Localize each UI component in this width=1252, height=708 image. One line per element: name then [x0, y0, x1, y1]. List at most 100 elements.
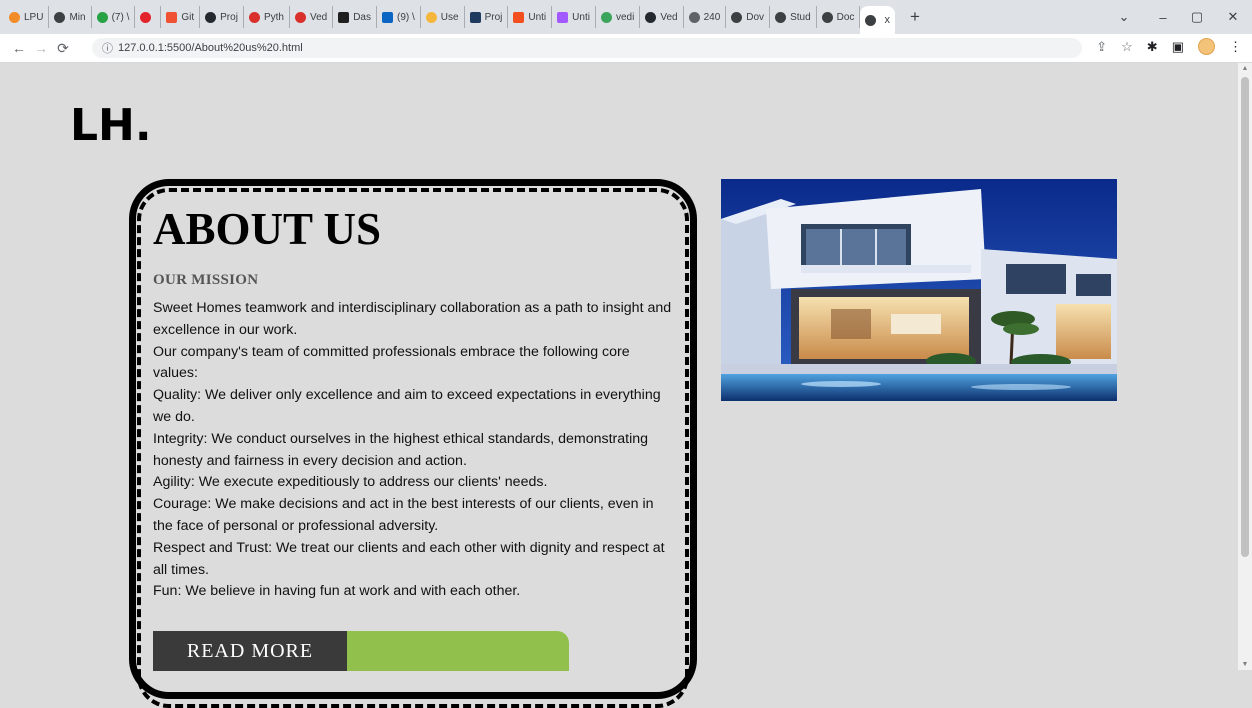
browser-tab[interactable]: Unti	[508, 6, 553, 28]
new-tab-button[interactable]: +	[905, 7, 925, 27]
browser-tab[interactable]: vedi	[596, 6, 641, 28]
toolbar: ← → ⟳ ⓘ 127.0.0.1:5500/About%20us%20.htm…	[0, 34, 1252, 63]
house-image	[721, 179, 1117, 401]
reload-icon[interactable]: ⟳	[52, 40, 74, 57]
mission-paragraph: Quality: We deliver only excellence and …	[153, 387, 661, 425]
tab-label: Proj	[220, 11, 238, 23]
tab-favicon-icon	[513, 11, 525, 23]
globe-icon	[865, 14, 877, 26]
tab-label: Pyth	[263, 11, 284, 23]
tab-label: vedi	[615, 11, 635, 23]
url-text: 127.0.0.1:5500/About%20us%20.html	[118, 42, 303, 54]
tab-favicon-icon	[9, 11, 20, 23]
browser-tab[interactable]: Das	[333, 6, 377, 28]
mission-paragraph: Sweet Homes teamwork and interdisciplina…	[153, 300, 672, 338]
tab-favicon-icon	[775, 11, 787, 23]
mission-text: Sweet Homes teamwork and interdisciplina…	[153, 298, 673, 603]
tab-active[interactable]: x	[860, 6, 895, 34]
tab-label: LPU	[24, 11, 44, 23]
mission-paragraph: Integrity: We conduct ourselves in the h…	[153, 430, 648, 469]
tab-favicon-icon	[205, 11, 217, 23]
tab-favicon-icon	[140, 11, 152, 23]
read-more-button[interactable]: READ MORE	[153, 631, 347, 671]
tab-favicon-icon	[54, 11, 66, 23]
tab-favicon-icon	[600, 11, 612, 23]
tab-favicon-icon	[96, 11, 108, 23]
tab-label: Git	[181, 11, 195, 23]
browser-tab[interactable]: Doc	[817, 6, 861, 28]
tab-favicon-icon	[688, 11, 700, 23]
tab-list: LPU Min (7) \ Git Proj Pyth Ved Das (9) \ Use Proj…	[0, 0, 861, 34]
scroll-up-icon[interactable]: ▲	[1238, 65, 1252, 72]
close-window-button[interactable]: ✕	[1216, 0, 1250, 34]
mission-paragraph: Agility: We execute expeditiously to add…	[153, 474, 548, 491]
tab-favicon-icon	[166, 11, 178, 23]
mission-heading: OUR MISSION	[153, 272, 259, 288]
browser-tab[interactable]: Proj	[465, 6, 509, 28]
minimize-button[interactable]: –	[1146, 0, 1180, 34]
mission-paragraph: Our company's team of committed professi…	[153, 343, 630, 382]
tab-label: Use	[440, 11, 459, 23]
tab-label: 240	[703, 11, 721, 23]
browser-tab[interactable]: Stud	[770, 6, 817, 28]
browser-tab-strip: LPU Min (7) \ Git Proj Pyth Ved Das (9) \ Use Proj…	[0, 0, 1252, 34]
browser-tab[interactable]: Ved	[290, 6, 334, 28]
page-scrollbar[interactable]: ▲ ▼	[1238, 63, 1252, 670]
tab-label: Unti	[528, 11, 547, 23]
tab-label: (7) \	[111, 11, 130, 23]
scroll-down-icon[interactable]: ▼	[1238, 661, 1252, 668]
mission-paragraph: Courage: We make decisions and act in th…	[153, 496, 654, 534]
site-info-icon[interactable]: ⓘ	[102, 40, 113, 56]
browser-tab[interactable]: Unti	[552, 6, 596, 28]
tab-active-close[interactable]: x	[884, 14, 890, 26]
browser-tab[interactable]	[135, 6, 162, 28]
profile-avatar[interactable]	[1198, 38, 1215, 55]
tab-favicon-icon	[294, 11, 306, 23]
extensions-icon[interactable]: ✱	[1147, 39, 1158, 55]
browser-tab[interactable]: Dov	[726, 6, 771, 28]
scrollbar-thumb[interactable]	[1241, 77, 1249, 557]
bookmark-star-icon[interactable]: ☆	[1121, 39, 1133, 55]
tab-favicon-icon	[557, 11, 569, 23]
tab-favicon-icon	[382, 11, 393, 23]
tab-label: Stud	[790, 11, 811, 23]
browser-tab[interactable]: Ved	[640, 6, 684, 28]
browser-tab[interactable]: (9) \	[377, 6, 421, 28]
browser-tab[interactable]: Git	[161, 6, 201, 28]
tab-label: Das	[353, 11, 371, 23]
browser-tab[interactable]: Pyth	[244, 6, 290, 28]
menu-kebab-icon[interactable]: ⋮	[1229, 39, 1242, 55]
read-more-button-container[interactable]: READ MORE	[153, 631, 569, 671]
browser-tab[interactable]: 240	[684, 6, 727, 28]
tab-favicon-icon	[425, 11, 437, 23]
browser-tab[interactable]: (7) \	[92, 6, 136, 28]
tab-favicon-icon	[821, 11, 833, 23]
share-icon[interactable]: ⇪	[1096, 39, 1107, 55]
tab-favicon-icon	[469, 11, 481, 23]
tab-favicon-icon	[731, 11, 743, 23]
tab-label: Proj	[484, 11, 503, 23]
address-bar[interactable]: ⓘ 127.0.0.1:5500/About%20us%20.html	[92, 38, 1082, 58]
mission-paragraph: Respect and Trust: We treat our clients …	[153, 539, 665, 578]
browser-tab[interactable]: Min	[49, 6, 92, 28]
forward-icon[interactable]: →	[30, 40, 52, 56]
tab-label: Ved	[660, 11, 678, 23]
tab-label: Doc	[836, 11, 855, 23]
mission-paragraph: Fun: We believe in having fun at work an…	[153, 583, 521, 600]
modern-house-illustration	[721, 179, 1117, 401]
browser-tab[interactable]: LPU	[4, 6, 50, 28]
browser-tab[interactable]: Proj	[200, 6, 244, 28]
tab-label: Ved	[309, 11, 328, 23]
browser-tab[interactable]: Use	[421, 6, 465, 28]
tab-favicon-icon	[645, 11, 657, 23]
tab-favicon-icon	[248, 11, 260, 23]
side-panel-icon[interactable]: ▣	[1172, 39, 1184, 55]
tab-label: Unti	[572, 11, 590, 23]
site-logo[interactable]: LH.	[70, 100, 152, 151]
tab-label: Dov	[746, 11, 765, 23]
maximize-button[interactable]: ▢	[1180, 0, 1214, 34]
about-title: ABOUT US	[153, 204, 381, 254]
tab-favicon-icon	[338, 11, 350, 23]
tab-search-icon[interactable]: ⌄	[1107, 0, 1141, 34]
back-icon[interactable]: ←	[8, 40, 30, 56]
